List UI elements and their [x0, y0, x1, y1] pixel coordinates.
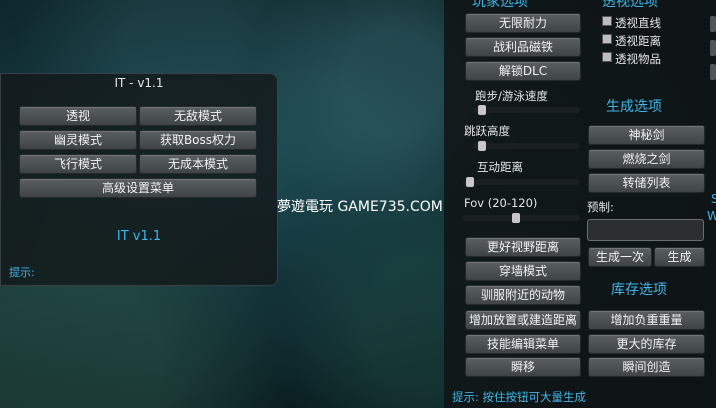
xray-distance-option[interactable]: 透视距离: [602, 33, 661, 49]
version-label: IT v1.1: [116, 229, 162, 244]
xray-items-option[interactable]: 透视物品: [602, 51, 661, 67]
slider-knob[interactable]: [512, 213, 521, 223]
xray-options-title: 透视选项: [602, 0, 658, 10]
instant-craft-button[interactable]: 瞬间创造: [588, 357, 705, 377]
interact-distance-slider[interactable]: [463, 177, 580, 187]
noclip-mode-button[interactable]: 穿墙模式: [465, 261, 581, 281]
teleport-button[interactable]: 瞬移: [465, 357, 581, 377]
inventory-options-title: 库存选项: [611, 282, 667, 298]
loot-magnet-button[interactable]: 战利品磁铁: [465, 37, 581, 57]
dump-list-button[interactable]: 转储列表: [588, 173, 705, 193]
burning-sword-button[interactable]: 燃烧之剑: [588, 149, 705, 169]
edge-text: S: [711, 192, 716, 206]
edge-control[interactable]: [710, 16, 716, 32]
edge-control[interactable]: [710, 40, 716, 56]
spawn-options-title: 生成选项: [606, 99, 662, 115]
slider-knob[interactable]: [477, 105, 486, 115]
checkbox-icon[interactable]: [602, 52, 612, 62]
preset-input[interactable]: [587, 219, 704, 241]
no-cost-mode-button[interactable]: 无成本模式: [139, 154, 257, 174]
watermark: 夢遊電玩 GAME735.COM: [277, 199, 443, 215]
jump-height-slider[interactable]: [473, 141, 580, 151]
it-menu-window[interactable]: IT - v1.1 透视 无敌模式 幽灵模式 获取Boss权力 飞行模式 无成本…: [0, 73, 278, 286]
bottom-hint: 提示: 按住按钮可大量生成: [452, 390, 587, 404]
xray-lines-option[interactable]: 透视直线: [602, 15, 661, 31]
xray-button[interactable]: 透视: [19, 106, 137, 126]
fov-label: Fov (20-120): [464, 196, 538, 210]
checkbox-icon[interactable]: [602, 16, 612, 26]
slider-knob[interactable]: [466, 177, 475, 187]
window-title: IT - v1.1: [114, 76, 164, 90]
jump-height-label: 跳跃高度: [464, 124, 510, 138]
ghost-mode-button[interactable]: 幽灵模式: [19, 130, 137, 150]
interact-distance-label: 互动距离: [477, 160, 523, 174]
preset-label: 预制:: [587, 200, 614, 214]
options-panel: 玩家选项 透视选项 无限耐力 战利品磁铁 解锁DLC 透视直线 透视距离 透视物…: [444, 0, 716, 408]
bigger-inventory-button[interactable]: 更大的库存: [588, 334, 705, 354]
advanced-settings-button[interactable]: 高级设置菜单: [19, 178, 257, 198]
hint-label: 提示:: [9, 266, 35, 279]
run-swim-speed-slider[interactable]: [473, 105, 580, 115]
edge-text: W: [707, 209, 716, 223]
run-swim-speed-label: 跑步/游泳速度: [475, 89, 548, 103]
checkbox-icon[interactable]: [602, 34, 612, 44]
edge-control[interactable]: [710, 64, 716, 80]
tame-nearby-animals-button[interactable]: 驯服附近的动物: [465, 285, 581, 305]
better-view-distance-button[interactable]: 更好视野距离: [465, 237, 581, 257]
skill-editor-button[interactable]: 技能编辑菜单: [465, 334, 581, 354]
mystic-sword-button[interactable]: 神秘剑: [588, 125, 705, 145]
fly-mode-button[interactable]: 飞行模式: [19, 154, 137, 174]
boss-power-button[interactable]: 获取Boss权力: [139, 130, 257, 150]
spawn-once-button[interactable]: 生成一次: [588, 247, 652, 267]
fov-slider[interactable]: [463, 213, 580, 223]
unlock-dlc-button[interactable]: 解锁DLC: [465, 61, 581, 81]
player-options-title: 玩家选项: [472, 0, 528, 10]
infinite-stamina-button[interactable]: 无限耐力: [465, 13, 581, 33]
spawn-button[interactable]: 生成: [654, 247, 705, 267]
slider-knob[interactable]: [477, 141, 486, 151]
increase-weight-button[interactable]: 增加负重重量: [588, 310, 705, 330]
god-mode-button[interactable]: 无敌模式: [139, 106, 257, 126]
build-distance-button[interactable]: 增加放置或建造距离: [465, 310, 581, 330]
